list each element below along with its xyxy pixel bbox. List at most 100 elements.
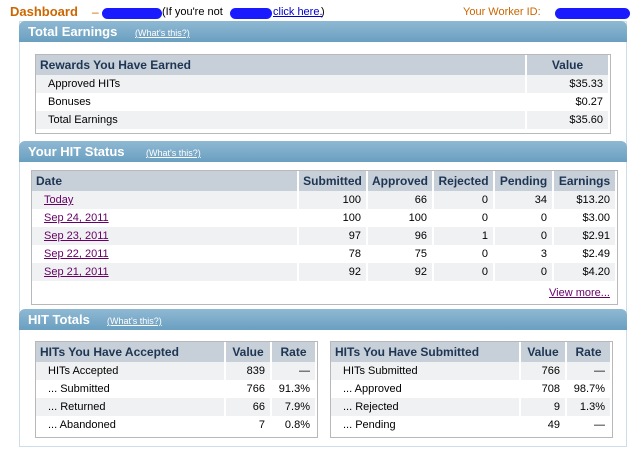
total-label: ... Submitted [36, 380, 226, 398]
not-you-text: (If you're not [162, 6, 223, 18]
table-row: Sep 23, 2011 97 96 1 0 $2.91 [32, 227, 617, 245]
submitted-cell: 100 [298, 191, 368, 209]
submitted-cell: 92 [298, 263, 368, 281]
earnings-cell: $4.20 [553, 263, 617, 281]
total-label: ... Abandoned [36, 416, 226, 434]
col-rate: Rate [271, 342, 317, 362]
redacted-worker-id [555, 8, 630, 19]
pending-cell: 3 [494, 245, 555, 263]
total-rate: 91.3% [271, 380, 317, 398]
earnings-cell: $13.20 [553, 191, 617, 209]
rejected-cell: 1 [433, 227, 496, 245]
col-submitted: Submitted [298, 171, 368, 191]
reward-value: $0.27 [526, 93, 610, 111]
col-value: Value [520, 342, 567, 362]
submitted-cell: 97 [298, 227, 368, 245]
col-rejected: Rejected [433, 171, 496, 191]
worker-id-label: Your Worker ID: [463, 6, 541, 18]
date-link[interactable]: Sep 23, 2011 [44, 230, 109, 242]
approved-cell: 96 [367, 227, 435, 245]
table-row: Approved HITs $35.33 [36, 75, 610, 93]
section-title: HIT Totals [28, 312, 90, 327]
pending-cell: 34 [494, 191, 555, 209]
total-value: 839 [225, 362, 272, 380]
col-accepted: HITs You Have Accepted [36, 342, 226, 362]
hit-totals-header: HIT Totals (What's this?) [19, 309, 627, 330]
approved-cell: 75 [367, 245, 435, 263]
hit-status-table: Date Submitted Approved Rejected Pending… [32, 171, 617, 281]
col-rate: Rate [566, 342, 612, 362]
table-row: Bonuses $0.27 [36, 93, 610, 111]
total-label: ... Approved [331, 380, 521, 398]
col-value: Value [526, 55, 610, 75]
view-more-link[interactable]: View more... [549, 287, 610, 299]
title-separator: – [92, 5, 99, 19]
col-pending: Pending [494, 171, 555, 191]
table-row: ... Returned 66 7.9% [36, 398, 317, 416]
total-rate: 98.7% [566, 380, 612, 398]
rejected-cell: 0 [433, 245, 496, 263]
earnings-cell: $2.91 [553, 227, 617, 245]
redacted-username-2 [230, 8, 272, 19]
hit-status-header: Your HIT Status (What's this?) [19, 141, 627, 162]
rejected-cell: 0 [433, 263, 496, 281]
total-value: 49 [520, 416, 567, 434]
total-rate: — [566, 416, 612, 434]
earnings-cell: $2.49 [553, 245, 617, 263]
total-value: 766 [225, 380, 272, 398]
table-row: HITs Submitted 766— [331, 362, 612, 380]
whats-this-link[interactable]: (What's this?) [135, 28, 190, 38]
table-row: Total Earnings $35.60 [36, 111, 610, 129]
reward-label: Total Earnings [36, 111, 527, 129]
accepted-panel: HITs You Have Accepted Value Rate HITs A… [35, 341, 318, 438]
date-link[interactable]: Sep 21, 2011 [44, 266, 109, 278]
rejected-cell: 0 [433, 191, 496, 209]
reward-label: Approved HITs [36, 75, 527, 93]
total-value: 708 [520, 380, 567, 398]
date-cell: Sep 24, 2011 [32, 209, 299, 227]
table-row: HITs Accepted 839— [36, 362, 317, 380]
date-link[interactable]: Sep 22, 2011 [44, 248, 109, 260]
earnings-table-panel: Rewards You Have Earned Value Approved H… [35, 54, 611, 134]
total-rate: — [271, 362, 317, 380]
dashboard-header: Dashboard – (If you're not click here. )… [10, 4, 630, 22]
total-value: 7 [225, 416, 272, 434]
table-row: Sep 24, 2011 100 100 0 0 $3.00 [32, 209, 617, 227]
total-earnings-header: Total Earnings (What's this?) [19, 21, 627, 42]
table-row: ... Submitted 766 91.3% [36, 380, 317, 398]
pending-cell: 0 [494, 227, 555, 245]
date-link[interactable]: Sep 24, 2011 [44, 212, 109, 224]
table-row: Sep 22, 2011 78 75 0 3 $2.49 [32, 245, 617, 263]
col-date: Date [32, 171, 299, 191]
close-paren: ) [321, 6, 325, 18]
redacted-username [102, 8, 162, 19]
click-here-link[interactable]: click here. [273, 6, 323, 18]
earnings-cell: $3.00 [553, 209, 617, 227]
table-row: ... Pending 49— [331, 416, 612, 434]
total-rate: — [566, 362, 612, 380]
total-label: HITs Accepted [36, 362, 226, 380]
whats-this-link[interactable]: (What's this?) [146, 148, 201, 158]
date-cell: Today [32, 191, 299, 209]
date-link[interactable]: Today [44, 194, 73, 206]
submitted-table: HITs You Have Submitted Value Rate HITs … [331, 342, 612, 434]
col-approved: Approved [367, 171, 435, 191]
total-value: 9 [520, 398, 567, 416]
approved-cell: 66 [367, 191, 435, 209]
col-submitted-hits: HITs You Have Submitted [331, 342, 521, 362]
reward-value: $35.33 [526, 75, 610, 93]
section-title: Your HIT Status [28, 144, 125, 159]
table-row: ... Approved 708 98.7% [331, 380, 612, 398]
rejected-cell: 0 [433, 209, 496, 227]
table-row: Sep 21, 2011 92 92 0 0 $4.20 [32, 263, 617, 281]
total-value: 66 [225, 398, 272, 416]
pending-cell: 0 [494, 263, 555, 281]
total-label: HITs Submitted [331, 362, 521, 380]
total-rate: 1.3% [566, 398, 612, 416]
total-label: ... Pending [331, 416, 521, 434]
whats-this-link[interactable]: (What's this?) [107, 316, 162, 326]
page-title: Dashboard [10, 4, 78, 19]
table-row: ... Abandoned 7 0.8% [36, 416, 317, 434]
total-label: ... Returned [36, 398, 226, 416]
col-rewards: Rewards You Have Earned [36, 55, 527, 75]
